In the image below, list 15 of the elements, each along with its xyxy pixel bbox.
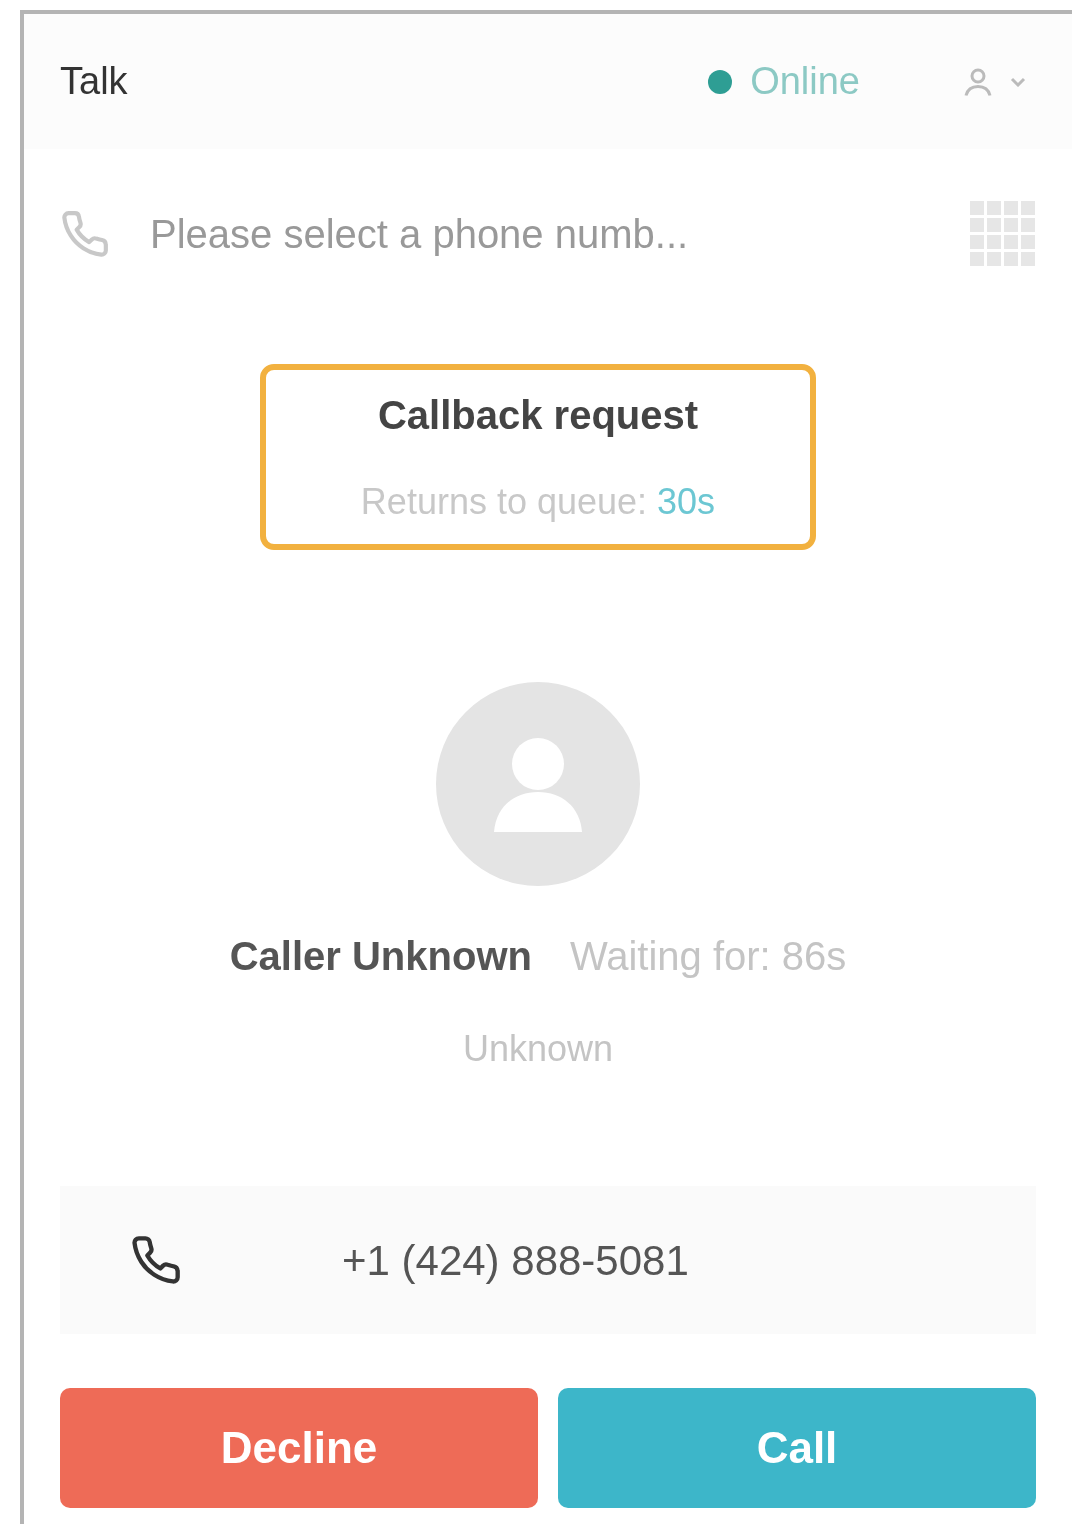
caller-name: Caller Unknown	[229, 933, 532, 980]
callback-title: Callback request	[377, 392, 699, 439]
waiting-time: Waiting for: 86s	[569, 933, 847, 980]
decline-button[interactable]: Decline	[60, 1388, 538, 1508]
caller-location: Unknown	[462, 1027, 614, 1071]
incoming-call-icon	[130, 1234, 182, 1286]
caller-phone-number: +1 (424) 888-5081	[342, 1235, 689, 1286]
caret-icon	[1010, 76, 1026, 87]
avatar-icon	[436, 682, 640, 886]
app-title: Talk	[60, 59, 128, 104]
status-label[interactable]: Online	[750, 53, 860, 110]
keypad-icon[interactable]	[970, 201, 1036, 267]
phone-number-select[interactable]: Please select a phone numb...	[150, 204, 689, 264]
call-button[interactable]: Call	[558, 1388, 1036, 1508]
phone-icon	[60, 209, 110, 259]
